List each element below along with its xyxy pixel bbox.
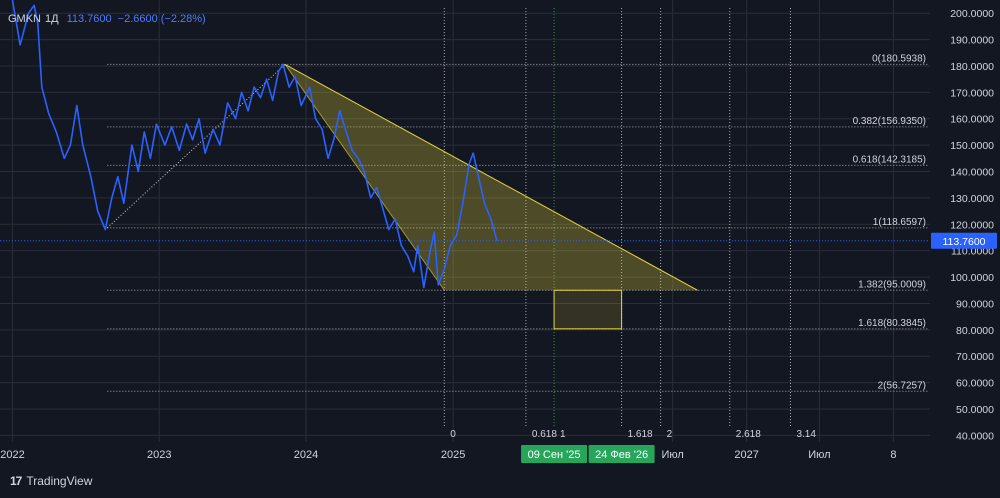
symbol-legend: GMKN 1Д 113.7600 −2.6600 (−2.28%) (8, 13, 206, 25)
fib-time-level-label: 2.618 (736, 429, 761, 440)
y-tick-label: 170.0000 (950, 87, 994, 99)
x-tick-label: 2022 (0, 449, 24, 461)
y-tick-label: 70.0000 (956, 351, 994, 363)
symbol-name[interactable]: GMKN (8, 13, 41, 25)
fib-price-level-label: 0.382(156.9350) (853, 116, 926, 127)
fib-time-level-label: 3.14 (796, 429, 816, 440)
y-tick-label: 100.0000 (950, 272, 994, 284)
y-tick-label: 40.0000 (956, 430, 994, 442)
fib-price-level-label: 1.382(95.0009) (858, 279, 926, 290)
x-tick-label: 2024 (294, 449, 318, 461)
fib-price-level-label: 1.618(80.3845) (858, 318, 926, 329)
fib-price-level-label: 0(180.5938) (872, 53, 926, 64)
y-tick-label: 200.0000 (950, 8, 994, 20)
tradingview-logo-icon: 17 (10, 474, 22, 488)
fib-time-level-label: 1.618 (628, 429, 653, 440)
x-tick-label: 8 (890, 449, 896, 461)
x-tick-label: Июл (662, 449, 684, 461)
fib-time-level-label: 0 (450, 429, 456, 440)
y-tick-label: 140.0000 (950, 167, 994, 179)
fib-time-level-label: 1 (560, 429, 566, 440)
x-tick-label: 2025 (441, 449, 465, 461)
y-tick-label: 150.0000 (950, 140, 994, 152)
y-tick-label: 160.0000 (950, 114, 994, 126)
x-tick-label: 2023 (147, 449, 171, 461)
fib-target-zone[interactable] (553, 289, 623, 330)
y-tick-label: 90.0000 (956, 298, 994, 310)
y-tick-label: 50.0000 (956, 404, 994, 416)
price-change: −2.6600 (−2.28%) (117, 13, 206, 25)
timeframe[interactable]: 1Д (45, 13, 59, 25)
y-tick-label: 130.0000 (950, 193, 994, 205)
fib-time-level-label: 0.618 (532, 429, 557, 440)
y-tick-label: 60.0000 (956, 378, 994, 390)
price-chart[interactable]: 0 0.618 1 1.618 2 2.618 3.14 0(180.5938) 0.382(1… (0, 0, 1000, 498)
x-tick-label: Июл (808, 449, 830, 461)
brand-name: TradingView (26, 474, 93, 488)
last-price: 113.7600 (66, 13, 112, 25)
date-badge-text: 24 Фев '26 (595, 449, 648, 461)
y-tick-label: 80.0000 (956, 325, 994, 337)
last-price-badge-text: 113.7600 (942, 236, 985, 248)
date-badge-text: 09 Сен '25 (528, 449, 581, 461)
fib-price-level-label: 1(118.6597) (873, 217, 926, 228)
y-tick-label: 190.0000 (950, 35, 994, 47)
x-tick-label: 2027 (734, 449, 758, 461)
tradingview-brand[interactable]: 17 TradingView (10, 474, 92, 488)
fib-time-level-label: 2 (667, 429, 673, 440)
y-tick-label: 120.0000 (950, 219, 994, 231)
fib-price-level-label: 0.618(142.3185) (853, 154, 926, 165)
fib-price-level-label: 2(56.7257) (878, 380, 926, 391)
y-tick-label: 180.0000 (950, 61, 994, 73)
